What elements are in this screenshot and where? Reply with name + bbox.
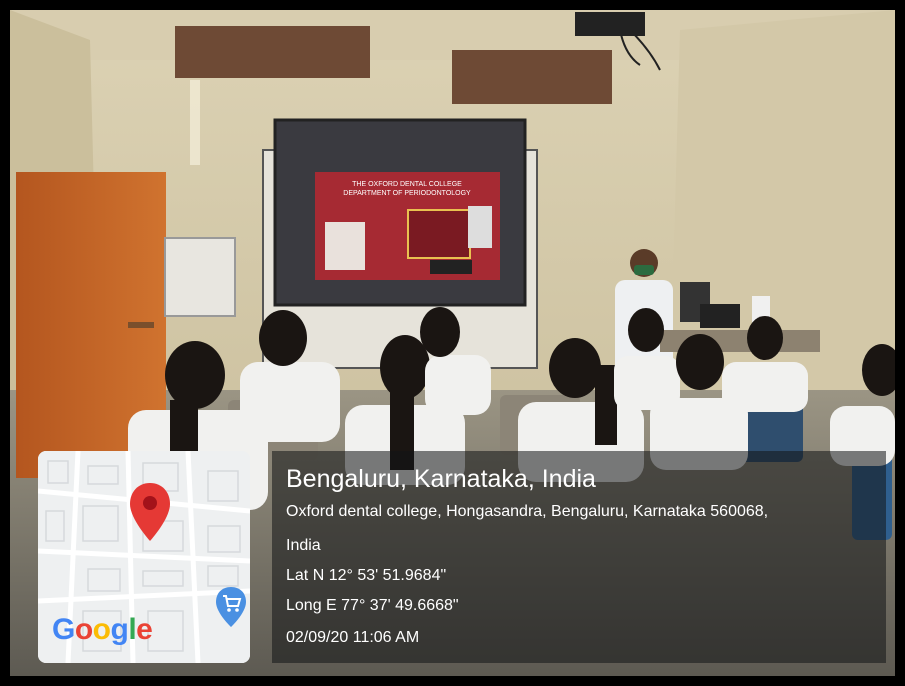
google-logo: Google (52, 613, 153, 647)
door-handle (128, 322, 154, 328)
slide-image (325, 222, 365, 270)
photo-frame: THE OXFORD DENTAL COLLEGE DEPARTMENT OF … (0, 0, 905, 686)
geotag-overlay: Bengaluru, Karnataka, India Oxford denta… (272, 451, 886, 663)
slide-phone (468, 206, 492, 248)
logo-letter: e (136, 613, 153, 646)
map-pin-icon (130, 483, 170, 541)
window-right (452, 50, 612, 104)
wall-box (164, 237, 236, 317)
logo-letter: o (74, 613, 93, 646)
logo-letter: l (128, 613, 137, 646)
longitude-label: Long E 77° 37' 49.6668" (286, 597, 459, 614)
monitor (700, 304, 740, 328)
datetime-label: 02/09/20 11:06 AM (286, 629, 420, 646)
teacher-mask (634, 265, 654, 275)
location-address: Oxford dental college, Hongasandra, Beng… (286, 503, 769, 520)
window-left (175, 26, 370, 78)
latitude-label: Lat N 12° 53' 51.9684" (286, 567, 447, 584)
slide-box (407, 209, 471, 259)
logo-letter: G (52, 613, 75, 646)
logo-letter: g (110, 613, 129, 646)
location-address-line2: India (286, 537, 321, 554)
slide-line-1: THE OXFORD DENTAL COLLEGE (352, 181, 462, 188)
shopping-cart-icon (216, 587, 246, 627)
slide-date (430, 260, 472, 274)
location-title: Bengaluru, Karnataka, India (286, 465, 596, 493)
slide-line-2: DEPARTMENT OF PERIODONTOLOGY (343, 190, 471, 197)
logo-letter: o (92, 613, 111, 646)
light-strip (190, 80, 200, 165)
map-thumbnail: Google (38, 451, 250, 663)
projector (575, 12, 645, 36)
classroom-photo: THE OXFORD DENTAL COLLEGE DEPARTMENT OF … (10, 10, 895, 676)
